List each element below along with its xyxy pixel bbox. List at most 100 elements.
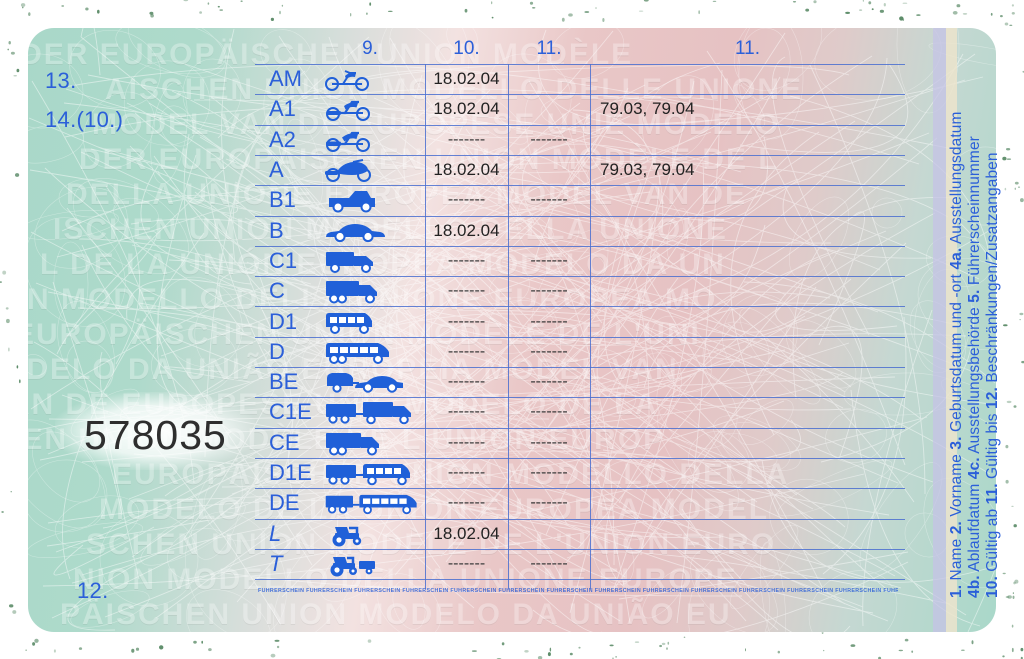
cell-valid-from: -------: [447, 373, 486, 391]
table-row[interactable]: C1E ------- -------: [255, 397, 905, 427]
cell-valid-from: -------: [447, 130, 486, 148]
category-code: C: [269, 278, 285, 304]
cell-restrictions: [600, 488, 900, 518]
table-row[interactable]: B 18.02.04: [255, 216, 905, 246]
cell-valid-from: 18.02.04: [433, 99, 500, 119]
cell-restrictions: [600, 216, 900, 246]
category-code: A: [269, 157, 284, 183]
microtext-security-line: FÜHRERSCHEIN FÜHRERSCHEIN FÜHRERSCHEIN F…: [258, 588, 898, 594]
cell-valid-from: -------: [447, 554, 486, 572]
category-code: B1: [269, 187, 296, 213]
category-code: DE: [269, 490, 300, 516]
table-row[interactable]: A 18.02.04 79.03, 79.04: [255, 155, 905, 185]
small-truck-trailer-icon: [323, 397, 423, 427]
table-row[interactable]: C1 ------- -------: [255, 246, 905, 276]
vertical-legend-line-2: 4b. Ablaufdatum 4c. Ausstellungsbehörde …: [966, 136, 983, 598]
cell-restrictions: 79.03, 79.04: [600, 160, 695, 180]
cell-restrictions: [600, 306, 900, 336]
table-row[interactable]: C ------- -------: [255, 276, 905, 306]
cell-valid-from: 18.02.04: [433, 523, 500, 543]
car-icon: [323, 216, 423, 246]
truck-trailer-icon: [323, 428, 423, 458]
card-content-layer: 13. 14.(10.) 12. 578035 9. 10. 11. 11. A…: [0, 0, 1024, 659]
cell-valid-to: -------: [530, 464, 568, 482]
cell-valid-from: -------: [447, 282, 486, 300]
vertical-legend-line-3: 10. Gültig ab 11. Gültig bis 12. Beschrä…: [984, 152, 1001, 598]
cell-restrictions: [600, 64, 900, 94]
cell-valid-to: -------: [530, 373, 568, 391]
cell-valid-from: 18.02.04: [433, 160, 500, 180]
cell-restrictions: [600, 549, 900, 579]
cell-valid-to: -------: [530, 403, 568, 421]
table-row[interactable]: DE ------- -------: [255, 488, 905, 518]
category-code: A2: [269, 126, 296, 152]
cell-valid-from: -------: [447, 342, 486, 360]
small-truck-icon: [323, 246, 423, 276]
field-label-13: 13.: [45, 68, 77, 93]
cell-restrictions: [600, 185, 900, 215]
cell-valid-from: 18.02.04: [433, 220, 500, 240]
category-code: D: [269, 338, 285, 364]
cell-valid-to: [508, 216, 590, 246]
bus-trailer-icon: [323, 488, 423, 518]
field-label-12: 12.: [77, 578, 109, 603]
cell-restrictions: [600, 519, 900, 549]
cell-valid-to: [508, 155, 590, 185]
category-code: L: [269, 520, 282, 546]
table-header-categories: 9.: [362, 38, 378, 59]
table-rule: [255, 579, 905, 581]
car-trailer-icon: [323, 367, 423, 397]
cell-restrictions: 79.03, 79.04: [600, 99, 695, 119]
cell-valid-to: -------: [530, 312, 568, 330]
cell-valid-from: -------: [447, 494, 486, 512]
table-header-valid-from: 10.: [453, 38, 480, 59]
table-row[interactable]: A1 18.02.04 79.03, 79.04: [255, 94, 905, 124]
cell-valid-from: -------: [447, 312, 486, 330]
table-header-restrictions: 11.: [734, 38, 760, 59]
table-row[interactable]: T ------- -------: [255, 549, 905, 579]
category-code: AM: [269, 66, 302, 92]
cell-restrictions: [600, 337, 900, 367]
table-row[interactable]: D ------- -------: [255, 337, 905, 367]
table-row[interactable]: B1 ------- -------: [255, 185, 905, 215]
serial-number: 578035: [84, 412, 227, 458]
table-row[interactable]: AM 18.02.04: [255, 64, 905, 94]
cell-valid-to: -------: [530, 342, 568, 360]
cell-valid-to: -------: [530, 191, 568, 209]
table-row[interactable]: CE ------- -------: [255, 428, 905, 458]
cell-valid-to: -------: [530, 433, 568, 451]
category-code: A1: [269, 96, 296, 122]
field-label-14: 14.(10.): [45, 107, 124, 132]
table-header-valid-to: 11.: [536, 38, 562, 59]
category-code: BE: [269, 369, 299, 395]
category-code: CE: [269, 429, 300, 455]
cell-restrictions: [600, 428, 900, 458]
moped-icon: [323, 64, 423, 94]
table-row[interactable]: A2 ------- -------: [255, 125, 905, 155]
cell-restrictions: [600, 397, 900, 427]
motorcycle-icon: [323, 155, 423, 185]
cell-valid-from: -------: [447, 464, 486, 482]
table-row[interactable]: L 18.02.04: [255, 519, 905, 549]
table-row[interactable]: BE ------- -------: [255, 367, 905, 397]
cell-restrictions: [600, 246, 900, 276]
category-code: D1E: [269, 460, 312, 486]
cell-valid-from: -------: [447, 251, 486, 269]
tractor-icon: [323, 519, 423, 549]
cell-valid-to: -------: [530, 554, 568, 572]
cell-valid-to: -------: [530, 494, 568, 512]
cell-restrictions: [600, 458, 900, 488]
category-code: B: [269, 217, 284, 243]
table-row[interactable]: D1E ------- -------: [255, 458, 905, 488]
cell-valid-from: -------: [447, 403, 486, 421]
light-motorcycle-icon: [323, 94, 423, 124]
minibus-trailer-icon: [323, 458, 423, 488]
vertical-legend-line-1: 1. Name 2. Vorname 3. Geburtsdatum und -…: [948, 111, 965, 598]
tractor-trailer-icon: [323, 549, 423, 579]
cell-restrictions: [600, 125, 900, 155]
minibus-icon: [323, 306, 423, 336]
category-code: T: [269, 550, 283, 576]
table-row[interactable]: D1 ------- -------: [255, 306, 905, 336]
truck-icon: [323, 276, 423, 306]
cell-valid-from: -------: [447, 433, 486, 451]
